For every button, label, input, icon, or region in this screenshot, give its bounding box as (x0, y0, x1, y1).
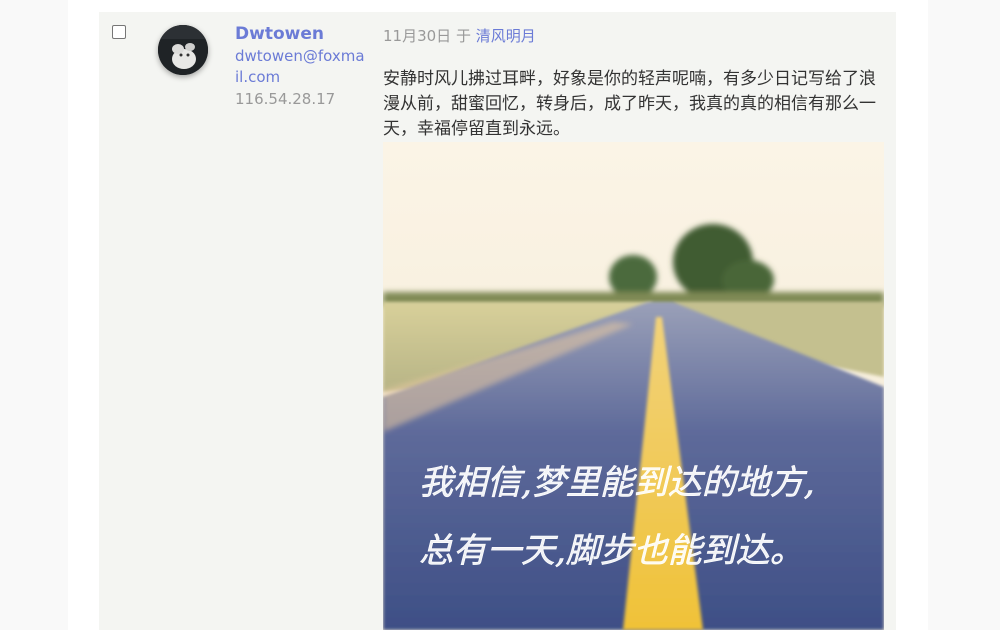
cat-avatar-icon (158, 25, 208, 75)
image-handwriting-line2: 总有一天,脚步也能到达。 (419, 531, 804, 571)
post-title-link[interactable]: 清风明月 (476, 27, 536, 45)
comment-image[interactable]: 我相信,梦里能到达的地方, 总有一天,脚步也能到达。 (383, 142, 884, 630)
image-handwriting-line1: 我相信,梦里能到达的地方, (419, 463, 815, 503)
road-photo: 我相信,梦里能到达的地方, 总有一天,脚步也能到达。 (383, 142, 884, 630)
author-ip: 116.54.28.17 (235, 90, 336, 108)
avatar[interactable] (158, 25, 208, 75)
comment-on-label: 于 (455, 27, 471, 45)
author-email[interactable]: dwtowen@foxmail.com (235, 46, 365, 88)
comment-date: 11月30日 (383, 27, 452, 45)
comment-meta: 11月30日 于 清风明月 (383, 26, 536, 46)
comment-select-checkbox[interactable] (112, 25, 126, 39)
comment-text: 安静时风儿拂过耳畔，好象是你的轻声呢喃，有多少日记写给了浪漫从前，甜蜜回忆，转身… (383, 69, 876, 139)
author-name[interactable]: Dwtowen (235, 23, 324, 45)
